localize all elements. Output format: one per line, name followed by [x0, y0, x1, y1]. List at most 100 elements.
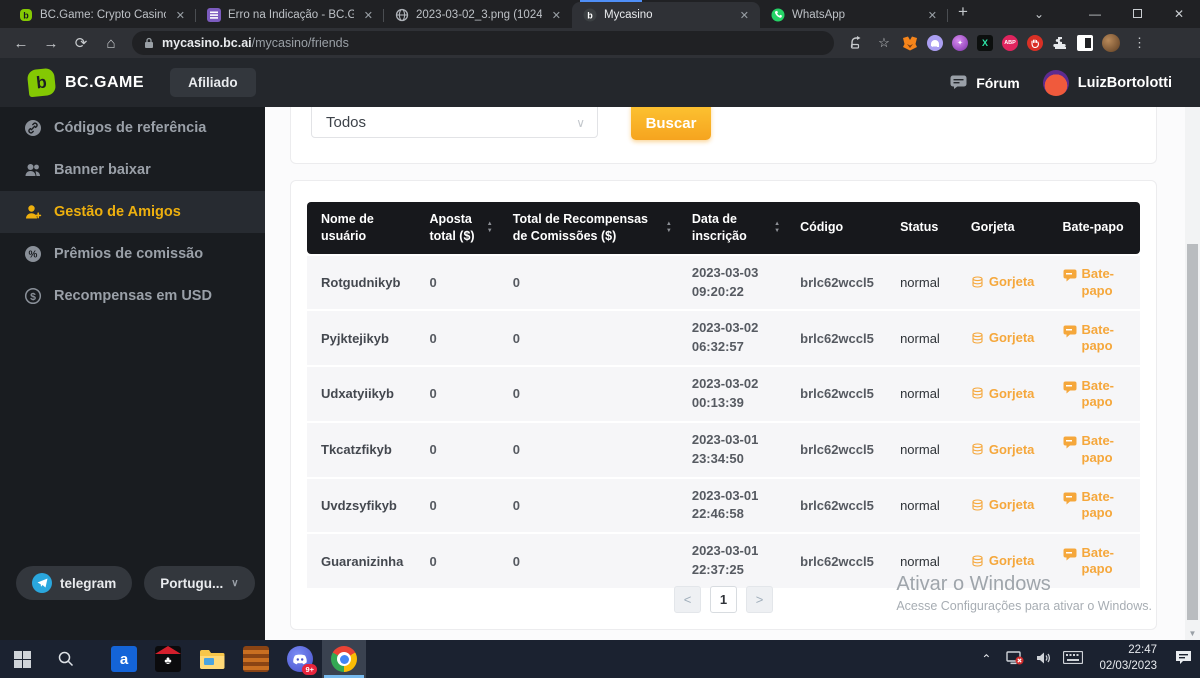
chat-link[interactable]: Bate-papo [1063, 266, 1131, 299]
scrollbar-thumb[interactable] [1187, 244, 1198, 620]
tab-loading-accent [580, 0, 642, 2]
back-icon[interactable]: ← [8, 35, 34, 52]
window-close-button[interactable]: ✕ [1158, 7, 1200, 21]
sort-icon[interactable]: ▲▼ [774, 221, 780, 234]
action-center-icon[interactable] [1172, 650, 1194, 668]
new-tab-button[interactable]: + [948, 0, 978, 28]
window-minimize-button[interactable]: — [1074, 7, 1116, 21]
affiliate-nav-button[interactable]: Afiliado [170, 68, 256, 97]
col-commission-rewards[interactable]: Total de Recompensas de Comissões ($)▲▼ [503, 202, 682, 254]
tab-close-icon[interactable]: ✕ [173, 8, 188, 23]
col-signup-date[interactable]: Data de inscrição▲▼ [682, 202, 790, 254]
sidebar-item-usd-rewards[interactable]: $ Recompensas em USD [0, 275, 265, 317]
pagination-next-button[interactable]: > [746, 586, 773, 613]
tab-png[interactable]: 2023-03-02_3.png (1024×76 ✕ [384, 2, 572, 28]
tab-forum-erro[interactable]: Erro na Indicação - BC.Game ✕ [196, 2, 384, 28]
table-row: Udxatyiikyb 0 0 2023-03-0200:13:39 brlc6… [307, 367, 1140, 421]
forward-icon[interactable]: → [38, 35, 64, 52]
forum-chat-icon [950, 75, 967, 90]
col-bet-total[interactable]: Aposta total ($)▲▼ [419, 202, 502, 254]
cell-chat: Bate-papo [1053, 479, 1141, 533]
browser-menu-icon[interactable]: ⋮ [1129, 35, 1151, 51]
tab-close-icon[interactable]: ✕ [361, 8, 376, 23]
scrollbar-down-arrow-icon[interactable]: ▼ [1185, 629, 1200, 638]
cell-code: brlc62wccl5 [790, 534, 890, 588]
tab-close-icon[interactable]: ✕ [925, 8, 940, 23]
sidebar-item-banner-download[interactable]: Banner baixar [0, 149, 265, 191]
system-tray: ⌃ 22:47 02/03/2023 [975, 643, 1200, 674]
taskbar-amd-app[interactable]: a [102, 640, 146, 678]
tab-close-icon[interactable]: ✕ [737, 8, 752, 23]
telegram-button[interactable]: telegram [16, 566, 132, 600]
sidebar-item-referral-codes[interactable]: Códigos de referência [0, 107, 265, 149]
bookmark-star-icon[interactable]: ☆ [875, 35, 893, 51]
chat-bubble-icon [1063, 269, 1077, 282]
chat-link[interactable]: Bate-papo [1063, 489, 1131, 522]
taskbar-game-app[interactable] [234, 640, 278, 678]
network-disconnected-icon[interactable] [1004, 651, 1026, 668]
home-icon[interactable]: ⌂ [98, 35, 124, 52]
chat-link[interactable]: Bate-papo [1063, 433, 1131, 466]
language-select[interactable]: Portugu... ∨ [144, 566, 254, 600]
taskbar-chrome-active[interactable] [322, 640, 366, 678]
sort-icon[interactable]: ▲▼ [487, 221, 493, 234]
volume-icon[interactable] [1033, 651, 1055, 668]
cell-rewards: 0 [503, 311, 682, 365]
metamask-extension-icon[interactable] [902, 35, 918, 51]
user-name[interactable]: LuizBortolotti [1078, 75, 1172, 91]
tab-whatsapp[interactable]: WhatsApp ✕ [760, 2, 948, 28]
windows-activation-watermark: Ativar o Windows Acesse Configurações pa… [896, 573, 1152, 613]
window-restore-button[interactable] [1116, 7, 1158, 21]
tip-link[interactable]: Gorjeta [971, 274, 1043, 290]
tip-link[interactable]: Gorjeta [971, 330, 1043, 346]
address-bar[interactable]: mycasino.bc.ai/mycasino/friends [132, 31, 834, 55]
phantom-extension-icon[interactable] [927, 35, 943, 51]
sort-icon[interactable]: ▲▼ [666, 221, 672, 234]
browser-profile-avatar[interactable] [1102, 34, 1120, 52]
taskbar-discord-app[interactable]: 9+ [278, 640, 322, 678]
tab-mycasino-active[interactable]: b Mycasino ✕ [572, 2, 760, 28]
reload-icon[interactable]: ⟳ [68, 34, 94, 52]
adblock-plus-extension-icon[interactable]: ABP [1002, 35, 1018, 51]
taskbar-file-explorer[interactable] [190, 640, 234, 678]
extensions-puzzle-icon[interactable] [1052, 35, 1068, 51]
cell-status: normal [890, 423, 961, 477]
filter-select[interactable]: Todos ∨ [311, 107, 598, 138]
tray-chevron-up-icon[interactable]: ⌃ [975, 652, 997, 666]
pagination-prev-button[interactable]: < [674, 586, 701, 613]
chat-bubble-icon [1063, 492, 1077, 505]
coins-icon [971, 387, 984, 400]
tip-link[interactable]: Gorjeta [971, 553, 1043, 569]
pagination-page-1[interactable]: 1 [710, 586, 737, 613]
tab-close-icon[interactable]: ✕ [549, 8, 564, 23]
tip-link[interactable]: Gorjeta [971, 497, 1043, 513]
taskbar-clock[interactable]: 22:47 02/03/2023 [1091, 643, 1165, 674]
vertical-scrollbar[interactable]: ▼ [1185, 107, 1200, 640]
search-button[interactable]: Buscar [631, 107, 711, 140]
telegram-icon [32, 573, 52, 593]
tip-link[interactable]: Gorjeta [971, 442, 1043, 458]
sidebar-item-commission-prizes[interactable]: % Prêmios de comissão [0, 233, 265, 275]
friends-table-card: Nome de usuário Aposta total ($)▲▼ Total… [290, 180, 1157, 630]
start-button[interactable] [0, 640, 44, 678]
bcgame-logo-icon[interactable]: b [27, 68, 57, 98]
tip-link[interactable]: Gorjeta [971, 386, 1043, 402]
chat-link[interactable]: Bate-papo [1063, 322, 1131, 355]
forum-link[interactable]: Fórum [976, 75, 1020, 91]
purple-extension-icon[interactable]: ✦ [952, 35, 968, 51]
touch-keyboard-icon[interactable] [1062, 651, 1084, 667]
tab-title: BC.Game: Crypto Casino Gam [40, 9, 166, 21]
chat-link[interactable]: Bate-papo [1063, 378, 1131, 411]
taskbar-casino-app[interactable]: ♣ [146, 640, 190, 678]
split-square-icon[interactable] [1077, 35, 1093, 51]
taskbar-search-button[interactable] [44, 640, 88, 678]
x-extension-icon[interactable]: X [977, 35, 993, 51]
tab-bcgame[interactable]: b BC.Game: Crypto Casino Gam ✕ [8, 2, 196, 28]
main-content: Todos ∨ Buscar Nome de usuário Aposta to… [265, 107, 1200, 640]
share-icon[interactable] [848, 35, 866, 52]
sidebar-item-label: Códigos de referência [54, 120, 206, 136]
sidebar-item-friends-management[interactable]: Gestão de Amigos [0, 191, 265, 233]
hand-blocker-extension-icon[interactable] [1027, 35, 1043, 51]
tab-search-chevron-icon[interactable]: ⌄ [1018, 7, 1060, 21]
user-avatar[interactable] [1043, 70, 1069, 96]
